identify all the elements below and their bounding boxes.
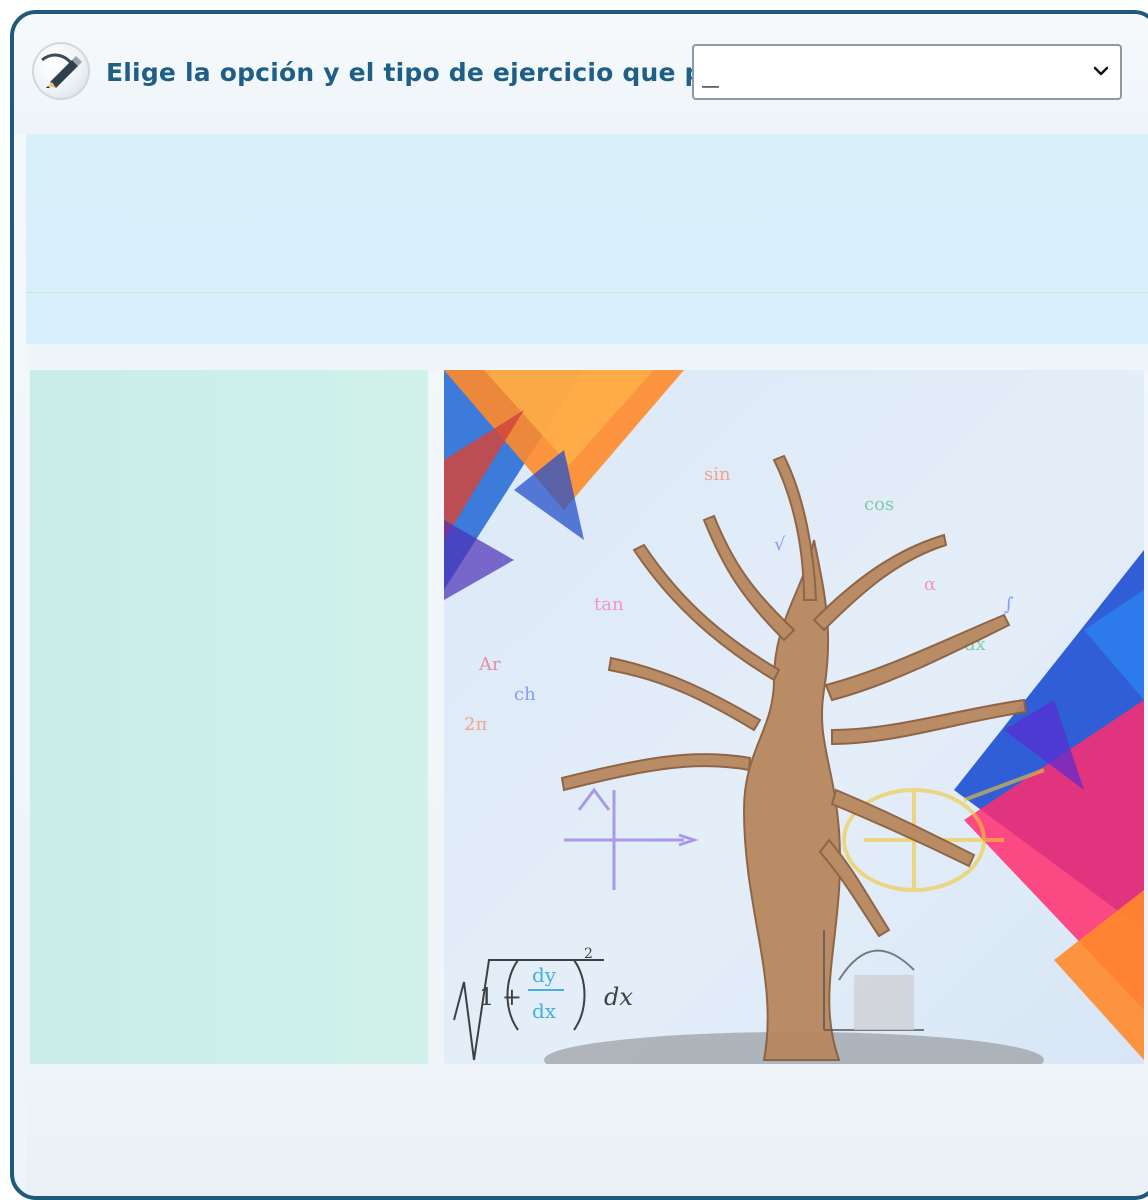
math-tree-svg: Ar 2π ch tan sin √ cos α dx ∫ 1 + dy dx … xyxy=(444,370,1144,1064)
svg-text:cos: cos xyxy=(864,494,894,515)
formula-exponent: 2 xyxy=(584,946,593,962)
svg-text:sin: sin xyxy=(704,464,731,485)
svg-text:Ar: Ar xyxy=(478,654,501,675)
svg-text:ch: ch xyxy=(514,684,536,705)
footer-area xyxy=(26,1064,1148,1196)
faint-rule xyxy=(26,292,1148,293)
pencil-logo-icon xyxy=(32,42,90,100)
exercise-top-panel xyxy=(26,134,1148,344)
math-tree-illustration: Ar 2π ch tan sin √ cos α dx ∫ 1 + dy dx … xyxy=(444,370,1144,1064)
left-content-panel xyxy=(30,370,428,1064)
svg-text:α: α xyxy=(924,574,936,595)
svg-text:∫: ∫ xyxy=(1004,594,1014,615)
exercise-type-select[interactable]: _ xyxy=(692,44,1122,100)
exercise-type-select-value: _ xyxy=(702,55,719,88)
formula-one-plus: 1 + xyxy=(479,983,522,1011)
svg-text:tan: tan xyxy=(594,594,624,615)
app-frame: Elige la opción y el tipo de ejercicio q… xyxy=(10,10,1148,1200)
chevron-down-icon xyxy=(1093,66,1109,76)
formula-dx: dx xyxy=(604,983,633,1011)
formula-numerator: dy xyxy=(532,963,557,987)
svg-text:√: √ xyxy=(774,534,786,555)
header-bar: Elige la opción y el tipo de ejercicio q… xyxy=(14,14,1148,134)
svg-text:2π: 2π xyxy=(464,714,487,735)
formula-denominator: dx xyxy=(532,999,557,1023)
